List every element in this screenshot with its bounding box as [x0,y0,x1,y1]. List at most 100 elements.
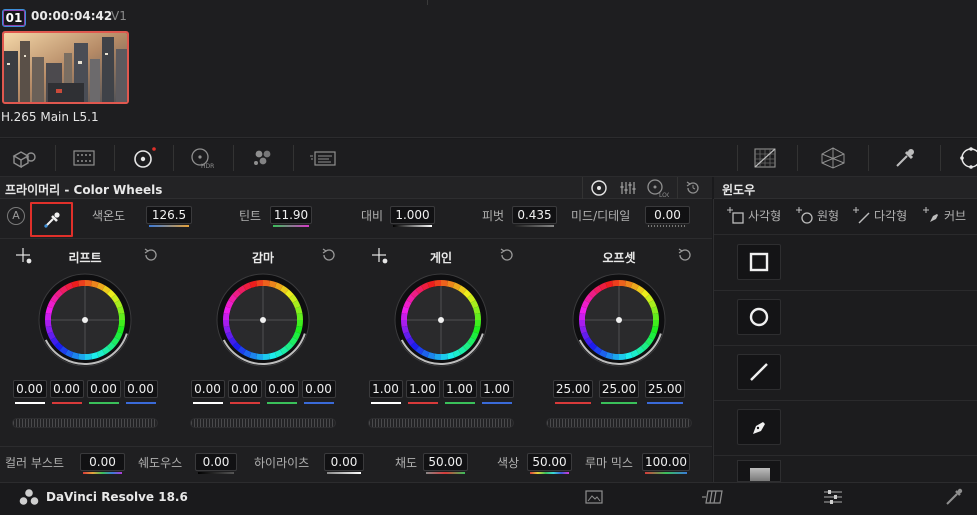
master-wheel-slider[interactable] [546,418,692,428]
primary-bars-mode-icon[interactable] [618,179,638,197]
color-boost-label: 컬러 부스트 [5,456,65,470]
wheel-reset-icon[interactable] [321,247,337,263]
color-wheel[interactable] [37,272,133,368]
color-wheel[interactable] [571,272,667,368]
shadows-value[interactable]: 0.00 [195,453,237,471]
wheel-value-field[interactable]: 0.00 [301,380,336,398]
saturation-label: 채도 [395,456,418,470]
channel-indicator [229,402,260,404]
effects-page-icon[interactable] [944,487,964,507]
add-polygon-icon [853,207,870,224]
window-tool-label: 사각형 [748,208,782,223]
wheel-value-field[interactable]: 1.00 [442,380,477,398]
master-wheel-slider[interactable] [368,418,514,428]
window-tool-label: 다각형 [874,208,908,223]
tint-value[interactable]: 11.90 [270,206,312,224]
clip-strip [0,0,977,138]
window-row-polygon[interactable] [714,346,977,401]
square-icon [749,252,769,272]
hdr-wheel-icon[interactable]: HDR [188,146,216,170]
tracker-icon[interactable] [955,146,977,170]
contrast-label: 대비 [361,209,384,223]
clip-thumbnail[interactable] [2,31,129,104]
wheel-value-field[interactable]: 0.00 [86,380,121,398]
lut-page-icon[interactable] [702,489,726,505]
color-wheel[interactable] [215,272,311,368]
window-row-rectangle[interactable] [714,236,977,291]
line-window-button[interactable] [737,354,781,390]
window-row-curve[interactable] [714,401,977,456]
window-tool-label: 원형 [817,208,840,223]
wheel-value-field[interactable]: 1.00 [479,380,514,398]
rectangle-window-button[interactable] [737,244,781,280]
motion-effects-icon[interactable] [309,146,337,170]
wheel-value-field[interactable]: 0.00 [227,380,262,398]
mid-detail-label: 미드/디테일 [571,209,631,223]
window-tool-circle[interactable]: 원형 [795,206,839,224]
window-tool-polygon[interactable]: 다각형 [852,206,907,224]
saturation-value[interactable]: 50.00 [423,453,468,471]
mid-detail-value[interactable]: 0.00 [645,206,690,224]
circle-window-button[interactable] [737,299,781,335]
wheel-value-field[interactable]: 25.00 [599,380,639,398]
clip-timecode: 00:00:04:42 [31,9,113,23]
mixer-page-icon[interactable] [822,489,844,505]
color-wheel[interactable] [393,272,489,368]
window-row-circle[interactable] [714,291,977,346]
rgb-mixer-icon[interactable] [249,146,277,170]
channel-indicator [370,402,401,404]
clip-codec: H.265 Main L5.1 [1,110,99,124]
window-tool-rectangle[interactable]: 사각형 [726,206,781,224]
pivot-label: 피벗 [482,209,505,223]
wheel-value-field[interactable]: 0.00 [49,380,84,398]
color-picker-crosshair-icon[interactable] [371,247,391,267]
reset-all-icon[interactable] [685,180,701,196]
curves-icon[interactable] [751,146,779,170]
wheel-value-field[interactable]: 1.00 [368,380,403,398]
channel-indicator [125,402,156,404]
color-wheel-target-icon[interactable] [129,146,157,170]
pen-window-button[interactable] [737,409,781,445]
log-wheels-mode-icon[interactable]: LOG [645,178,669,198]
contrast-value[interactable]: 1.000 [390,206,435,224]
wheel-value-field[interactable]: 0.00 [190,380,225,398]
eyedropper-window-icon[interactable] [891,146,919,170]
grid-dots-icon[interactable] [70,146,98,170]
highlights-value[interactable]: 0.00 [324,453,364,471]
channel-indicator [51,402,82,404]
auto-balance-button[interactable]: A [7,207,25,225]
wheel-value-field[interactable]: 25.00 [645,380,685,398]
wheel-value-field[interactable]: 25.00 [553,380,593,398]
wheel-value-field[interactable]: 0.00 [123,380,158,398]
channel-indicator [303,402,334,404]
window-tool-curve[interactable]: 커브 [922,206,966,224]
wheel-reset-icon[interactable] [499,247,515,263]
wheel-reset-icon[interactable] [143,247,159,263]
wheel-value-field[interactable]: 0.00 [264,380,299,398]
master-wheel-slider[interactable] [12,418,158,428]
color-picker-crosshair-icon[interactable] [15,247,35,267]
hue-label: 색상 [497,456,520,470]
pivot-value[interactable]: 0.435 [512,206,557,224]
line-icon [750,363,768,381]
gradient-window-button[interactable] [737,460,781,482]
qualifier-icon[interactable] [819,146,847,170]
wheel-label: 리프트 [68,251,102,265]
luma-mix-label: 루마 믹스 [585,456,633,470]
white-balance-picker-button[interactable] [30,202,73,237]
primary-wheels-mode-icon[interactable] [589,179,609,197]
highlights-label: 하이라이츠 [254,456,310,470]
master-wheel-slider[interactable] [190,418,336,428]
wheel-value-field[interactable]: 0.00 [12,380,47,398]
add-circle-icon [796,207,813,224]
luma-mix-value[interactable]: 100.00 [642,453,690,471]
clip-track: V1 [111,9,127,23]
wheel-reset-icon[interactable] [677,247,693,263]
gallery-page-icon[interactable] [584,489,604,505]
divider [427,0,428,5]
hue-value[interactable]: 50.00 [527,453,572,471]
temperature-value[interactable]: 126.5 [146,206,192,224]
wheel-value-field[interactable]: 1.00 [405,380,440,398]
3d-cube-icon[interactable] [10,146,38,170]
color-boost-value[interactable]: 0.00 [80,453,125,471]
